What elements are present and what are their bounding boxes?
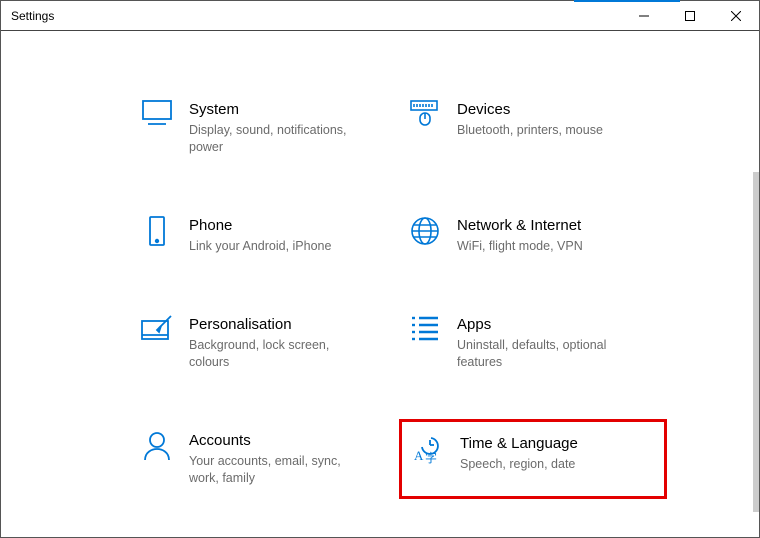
accounts-icon	[139, 431, 175, 467]
category-desc: Speech, region, date	[460, 456, 578, 473]
category-title: Apps	[457, 315, 637, 335]
window-title: Settings	[1, 9, 54, 23]
window-controls	[621, 1, 759, 31]
scrollbar[interactable]	[753, 172, 759, 512]
category-row: Accounts Your accounts, email, sync, wor…	[131, 419, 731, 499]
content-area: System Display, sound, notifications, po…	[1, 32, 759, 537]
time-language-icon: A 字	[410, 434, 446, 470]
category-title: Phone	[189, 216, 331, 236]
category-devices[interactable]: Devices Bluetooth, printers, mouse	[399, 88, 667, 168]
category-ease-of-access[interactable]: Ease of Access	[399, 535, 667, 537]
category-title: Personalisation	[189, 315, 369, 335]
category-apps[interactable]: Apps Uninstall, defaults, optional featu…	[399, 303, 667, 383]
personalisation-icon	[139, 315, 175, 351]
category-title: Accounts	[189, 431, 369, 451]
category-title: Network & Internet	[457, 216, 583, 236]
category-phone[interactable]: Phone Link your Android, iPhone	[131, 204, 399, 267]
devices-icon	[407, 100, 443, 136]
category-text: Accounts Your accounts, email, sync, wor…	[175, 431, 369, 487]
category-gaming[interactable]: Gaming	[131, 535, 399, 537]
category-text: Phone Link your Android, iPhone	[175, 216, 331, 255]
category-title: Devices	[457, 100, 603, 120]
system-icon	[139, 100, 175, 136]
category-text: Personalisation Background, lock screen,…	[175, 315, 369, 371]
category-system[interactable]: System Display, sound, notifications, po…	[131, 88, 399, 168]
category-desc: Display, sound, notifications, power	[189, 122, 369, 156]
category-desc: Uninstall, defaults, optional features	[457, 337, 637, 371]
category-text: Devices Bluetooth, printers, mouse	[443, 100, 603, 156]
category-row: Personalisation Background, lock screen,…	[131, 303, 731, 383]
category-row: Gaming Ease of Access	[131, 535, 731, 537]
category-accounts[interactable]: Accounts Your accounts, email, sync, wor…	[131, 419, 399, 499]
titlebar: Settings	[1, 1, 759, 31]
category-text: System Display, sound, notifications, po…	[175, 100, 369, 156]
category-title: Time & Language	[460, 434, 578, 454]
maximize-button[interactable]	[667, 1, 713, 31]
category-text: Network & Internet WiFi, flight mode, VP…	[443, 216, 583, 255]
category-desc: Background, lock screen, colours	[189, 337, 369, 371]
category-title: System	[189, 100, 369, 120]
svg-text:A: A	[414, 448, 424, 463]
category-desc: Link your Android, iPhone	[189, 238, 331, 255]
close-button[interactable]	[713, 1, 759, 31]
category-row: System Display, sound, notifications, po…	[131, 88, 731, 168]
apps-icon	[407, 315, 443, 351]
category-desc: WiFi, flight mode, VPN	[457, 238, 583, 255]
category-desc: Bluetooth, printers, mouse	[457, 122, 603, 139]
svg-text:字: 字	[425, 450, 437, 464]
category-desc: Your accounts, email, sync, work, family	[189, 453, 369, 487]
category-row: Phone Link your Android, iPhone Network …	[131, 204, 731, 267]
minimize-button[interactable]	[621, 1, 667, 31]
category-time-language[interactable]: A 字 Time & Language Speech, region, date	[399, 419, 667, 499]
titlebar-accent	[574, 0, 680, 2]
category-text: Time & Language Speech, region, date	[446, 434, 578, 484]
phone-icon	[139, 216, 175, 252]
globe-icon	[407, 216, 443, 252]
category-text: Apps Uninstall, defaults, optional featu…	[443, 315, 637, 371]
categories-grid: System Display, sound, notifications, po…	[131, 88, 731, 537]
settings-window: Settings	[0, 0, 760, 538]
category-personalisation[interactable]: Personalisation Background, lock screen,…	[131, 303, 399, 383]
category-network[interactable]: Network & Internet WiFi, flight mode, VP…	[399, 204, 667, 267]
